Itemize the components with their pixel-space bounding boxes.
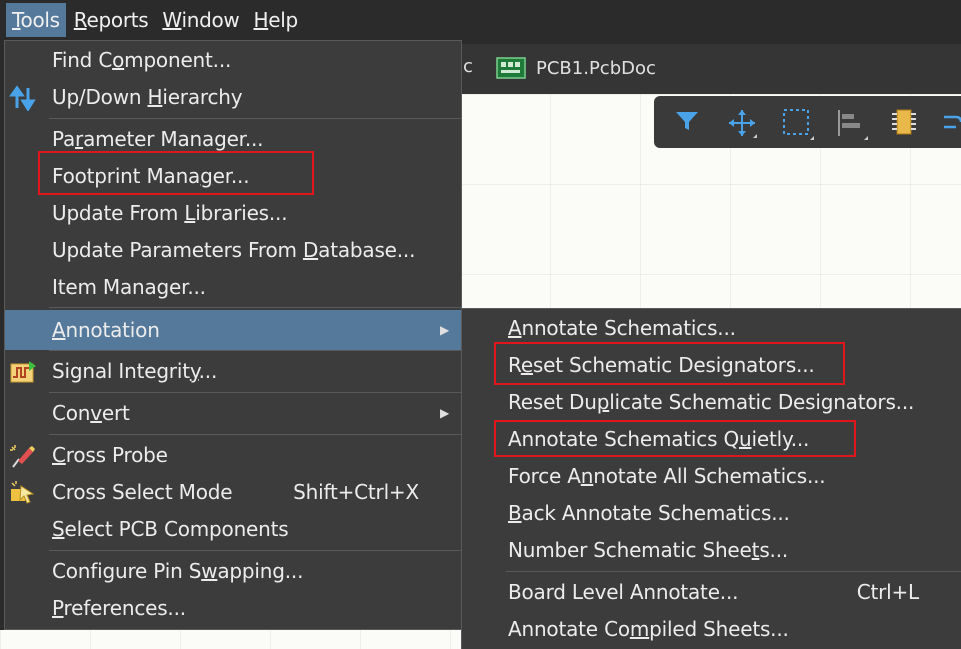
- callout-footprint-manager: [38, 151, 314, 195]
- pcb-document-icon: [496, 57, 526, 79]
- move-icon[interactable]: [727, 108, 757, 138]
- menu-separator: [49, 307, 461, 308]
- active-bar-toolbar: [654, 96, 961, 148]
- menu-separator: [49, 392, 461, 393]
- menu-separator: [49, 350, 461, 351]
- wire-icon[interactable]: [942, 108, 961, 136]
- tab-pcb-doc[interactable]: PCB1.PcbDoc: [496, 56, 656, 80]
- menu-item-signal-integrity[interactable]: Signal Integrity...: [5, 353, 461, 390]
- up-down-arrows-icon: [9, 85, 36, 111]
- menu-item-up-down-hierarchy[interactable]: Up/Down Hierarchy: [5, 79, 461, 116]
- signal-integrity-icon: [10, 361, 36, 383]
- menu-item-select-pcb-components[interactable]: Select PCB Components: [5, 511, 461, 548]
- menu-reports[interactable]: Reports: [68, 3, 155, 37]
- menu-tools[interactable]: Tools: [6, 3, 66, 37]
- cross-select-icon: [11, 481, 35, 504]
- component-icon[interactable]: [890, 108, 918, 136]
- schematic-canvas-edge: [0, 630, 461, 649]
- cross-probe-icon: [10, 445, 35, 468]
- filter-icon[interactable]: [674, 108, 700, 134]
- callout-reset-schematic-designators: [494, 342, 845, 385]
- shortcut-label: Ctrl+L: [856, 580, 919, 604]
- submenu-item-force-annotate-all[interactable]: Force Annotate All Schematics...: [462, 458, 961, 495]
- menu-item-update-parameters-from-database[interactable]: Update Parameters From Database...: [5, 232, 461, 269]
- submenu-item-number-schematic-sheets[interactable]: Number Schematic Sheets...: [462, 532, 961, 569]
- callout-annotate-schematics-quietly: [494, 420, 856, 457]
- submenu-arrow-icon: ▶: [439, 323, 449, 337]
- menu-item-item-manager[interactable]: Item Manager...: [5, 269, 461, 306]
- menu-item-find-component[interactable]: Find Component...: [5, 42, 461, 79]
- menu-bar: Tools Reports Window Help: [0, 0, 961, 40]
- tab-label: PCB1.PcbDoc: [536, 57, 656, 79]
- menu-separator: [49, 550, 461, 551]
- submenu-item-back-annotate[interactable]: Back Annotate Schematics...: [462, 495, 961, 532]
- align-icon[interactable]: [836, 108, 868, 140]
- menu-item-preferences[interactable]: Preferences...: [5, 590, 461, 627]
- submenu-item-reset-duplicate-designators[interactable]: Reset Duplicate Schematic Designators...: [462, 384, 961, 421]
- menu-item-cross-probe[interactable]: Cross Probe: [5, 437, 461, 474]
- menu-item-configure-pin-swapping[interactable]: Configure Pin Swapping...: [5, 553, 461, 590]
- menu-item-annotation[interactable]: Annotation ▶: [5, 310, 461, 350]
- menu-item-cross-select-mode[interactable]: Cross Select Mode Shift+Ctrl+X: [5, 474, 461, 511]
- shortcut-label: Shift+Ctrl+X: [293, 480, 419, 504]
- tools-menu: Find Component... Up/Down Hierarchy Para…: [4, 40, 462, 630]
- submenu-item-annotate-compiled-sheets[interactable]: Annotate Compiled Sheets...: [462, 611, 961, 648]
- submenu-item-board-level-annotate[interactable]: Board Level Annotate... Ctrl+L: [462, 574, 961, 611]
- menu-item-convert[interactable]: Convert ▶: [5, 395, 461, 432]
- document-tabs: oc PCB1.PcbDoc: [452, 44, 961, 94]
- menu-separator: [49, 434, 461, 435]
- submenu-arrow-icon: ▶: [439, 406, 449, 420]
- menu-item-update-from-libraries[interactable]: Update From Libraries...: [5, 195, 461, 232]
- select-rectangle-icon[interactable]: [782, 108, 814, 140]
- menu-separator: [506, 571, 961, 572]
- menu-help[interactable]: Help: [247, 3, 303, 37]
- menu-window[interactable]: Window: [156, 3, 245, 37]
- menu-separator: [49, 118, 461, 119]
